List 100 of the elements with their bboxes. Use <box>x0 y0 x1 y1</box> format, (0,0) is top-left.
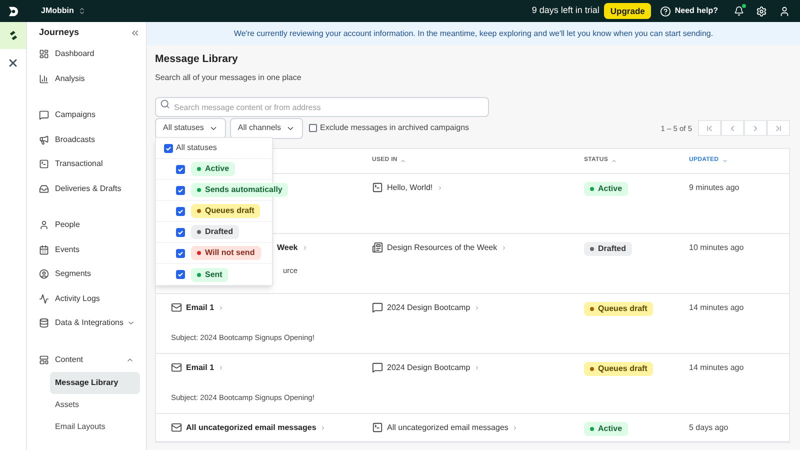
page-subtitle: Search all of your messages in one place <box>155 72 302 84</box>
bell-icon[interactable] <box>734 6 744 16</box>
chevron-right-icon <box>501 244 508 251</box>
nav-item[interactable]: Activity Logs <box>39 286 140 311</box>
nav-item[interactable]: Events <box>39 238 140 262</box>
used-in-link[interactable]: Hello, World! <box>387 182 433 194</box>
nav-subitem[interactable]: Message Library <box>50 372 140 394</box>
message-name[interactable]: Email 1 <box>186 302 214 314</box>
status-badge: Sent <box>191 268 228 282</box>
nav-item[interactable]: Campaigns <box>39 103 140 128</box>
user-circle-icon <box>39 269 49 280</box>
status-badge: Drafted <box>191 225 240 239</box>
chevron-right-icon <box>320 424 326 431</box>
nav-item[interactable]: Data & Integrations <box>39 311 140 336</box>
used-in-link[interactable]: Design Resources of the Week <box>387 242 498 254</box>
chevron-right-icon <box>218 304 224 311</box>
status-filter[interactable]: All statuses <box>155 118 226 139</box>
status-badge: Drafted <box>584 242 632 256</box>
channel-filter[interactable]: All channels <box>230 118 304 139</box>
checkbox[interactable] <box>309 124 318 132</box>
pulse-icon <box>39 294 49 304</box>
status-badge: Active <box>191 162 236 176</box>
sort-down-icon <box>722 158 728 164</box>
nav-item[interactable]: People <box>39 213 140 238</box>
newspaper-icon <box>372 242 383 254</box>
upgrade-button[interactable]: Upgrade <box>604 3 651 19</box>
status-badge: Queues draft <box>191 204 260 218</box>
nav-subitem[interactable]: Email Layouts <box>50 416 140 438</box>
updated-time: 5 days ago <box>689 422 728 434</box>
terminal-icon <box>372 422 383 434</box>
used-in-link[interactable]: 2024 Design Bootcamp <box>387 302 470 314</box>
sort-up-icon <box>611 158 618 164</box>
chevron-right-icon <box>751 124 760 133</box>
status-badge: Queues draft <box>584 302 654 316</box>
switcher-icon[interactable] <box>78 7 86 15</box>
chat-icon <box>372 302 383 314</box>
calendar-icon <box>39 244 49 255</box>
account-icon[interactable] <box>779 6 790 16</box>
search-field[interactable]: Search message content or from address <box>155 97 489 118</box>
nav-item[interactable]: Segments <box>39 262 140 286</box>
checkbox[interactable] <box>176 248 185 258</box>
mail-icon <box>171 422 182 434</box>
updated-time: 14 minutes ago <box>689 362 744 374</box>
nav-subitem[interactable]: Assets <box>50 394 140 416</box>
chevron-right-icon <box>436 184 443 191</box>
leaf-icon <box>8 30 18 41</box>
sidebar-title: Journeys <box>39 26 80 39</box>
used-in-link[interactable]: 2024 Design Bootcamp <box>387 362 470 374</box>
message-name[interactable]: Week <box>277 242 298 254</box>
updated-time: 9 minutes ago <box>689 182 740 194</box>
layout-icon <box>39 354 49 365</box>
checkbox[interactable] <box>176 206 185 216</box>
help-button[interactable]: Need help? <box>660 5 718 17</box>
updated-time: 10 minutes ago <box>689 242 744 254</box>
chevron-right-icon <box>218 364 224 371</box>
help-icon <box>660 6 671 16</box>
checkbox[interactable] <box>176 186 185 194</box>
logo-icon[interactable] <box>8 6 19 16</box>
collapse-icon[interactable] <box>130 28 140 38</box>
terminal-icon <box>372 182 383 194</box>
nav-item[interactable]: Transactional <box>39 152 140 176</box>
chevron-right-icon <box>512 424 518 431</box>
gauge-icon <box>39 49 49 60</box>
status-badge: Queues draft <box>584 362 654 376</box>
trial-text: 9 days left in trial <box>532 4 600 18</box>
terminal-icon <box>39 159 49 170</box>
message-name[interactable]: All uncategorized email messages <box>186 422 316 434</box>
workspace-name[interactable]: JMobbin <box>41 5 74 17</box>
last-page-icon <box>774 124 783 133</box>
checkbox[interactable] <box>176 270 185 279</box>
status-badge: Sends automatically <box>191 183 288 197</box>
sort-up-icon <box>400 158 406 164</box>
inbox-icon <box>39 184 49 194</box>
page-title: Message Library <box>155 52 239 67</box>
menu-option[interactable]: All statuses <box>176 142 217 154</box>
mail-icon <box>171 362 182 374</box>
checkbox[interactable] <box>176 228 185 236</box>
database-icon <box>39 318 49 328</box>
used-in-link[interactable]: All uncategorized email messages <box>387 422 508 434</box>
nav-item[interactable]: Analysis <box>39 66 140 91</box>
chat-icon <box>39 110 49 120</box>
settings-icon[interactable] <box>756 6 767 16</box>
chat-icon <box>372 362 383 374</box>
nav-item[interactable]: Broadcasts <box>39 128 140 152</box>
nav-item[interactable]: Content <box>39 348 140 372</box>
bar-chart-icon <box>39 74 49 84</box>
checkbox[interactable] <box>164 144 173 152</box>
nav-item[interactable]: Deliveries & Drafts <box>39 176 140 201</box>
exclude-label: Exclude messages in archived campaigns <box>320 122 470 134</box>
chevron-right-icon <box>474 364 480 371</box>
status-badge: Active <box>584 422 628 436</box>
first-page-icon <box>705 124 714 133</box>
person-icon <box>39 220 49 230</box>
chevron-right-icon <box>474 304 480 311</box>
message-name[interactable]: Email 1 <box>186 362 214 374</box>
nav-item[interactable]: Dashboard <box>39 42 140 66</box>
checkbox[interactable] <box>176 164 185 174</box>
info-banner: We're currently reviewing your account information. In the meantime, keep exploring and we'll let you know when you can start sending. <box>147 22 800 45</box>
status-badge: Will not send <box>191 246 261 260</box>
chevron-right-icon <box>302 244 308 251</box>
